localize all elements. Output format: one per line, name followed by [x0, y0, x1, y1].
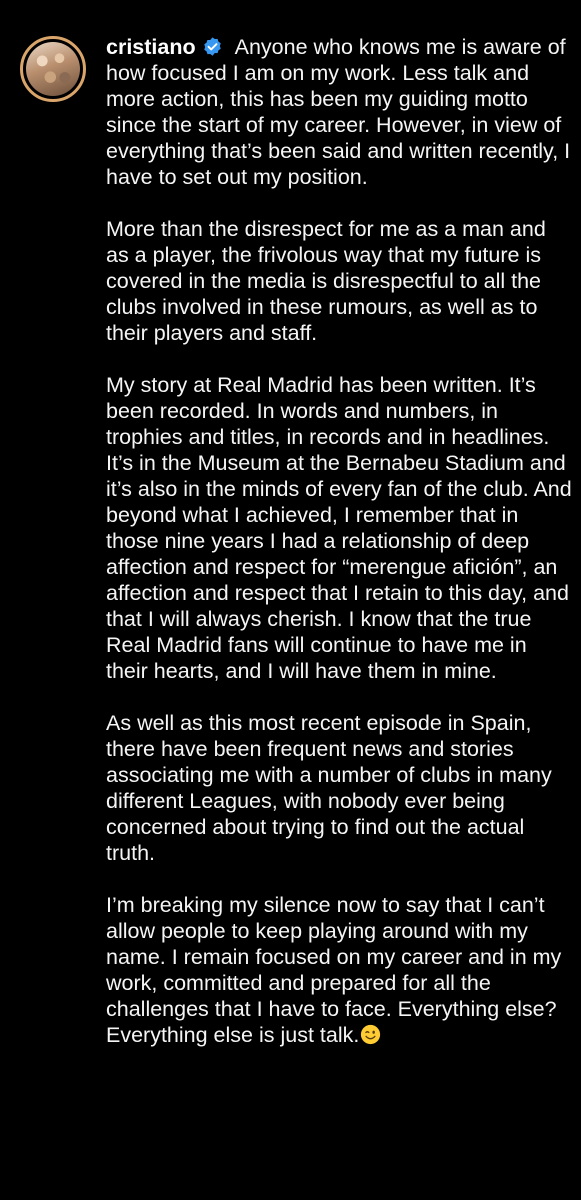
caption-paragraph-3: My story at Real Madrid has been written… — [106, 373, 572, 683]
caption-text: cristiano Anyone who knows me is aware of… — [106, 34, 572, 1048]
profile-avatar[interactable] — [20, 36, 86, 102]
verified-badge-icon — [203, 37, 221, 56]
username-link[interactable]: cristiano — [106, 35, 196, 59]
instagram-post-caption: cristiano Anyone who knows me is aware of… — [0, 0, 581, 1200]
winking-face-icon — [361, 1024, 381, 1045]
caption-paragraph-2: More than the disrespect for me as a man… — [106, 217, 546, 345]
caption-paragraph-4: As well as this most recent episode in S… — [106, 711, 552, 865]
profile-photo — [26, 42, 80, 96]
caption-paragraph-5: I’m breaking my silence now to say that … — [106, 892, 572, 1048]
caption-paragraph-1: cristiano Anyone who knows me is aware of… — [106, 34, 572, 190]
caption-paragraph-5-text: I’m breaking my silence now to say that … — [106, 893, 562, 1047]
